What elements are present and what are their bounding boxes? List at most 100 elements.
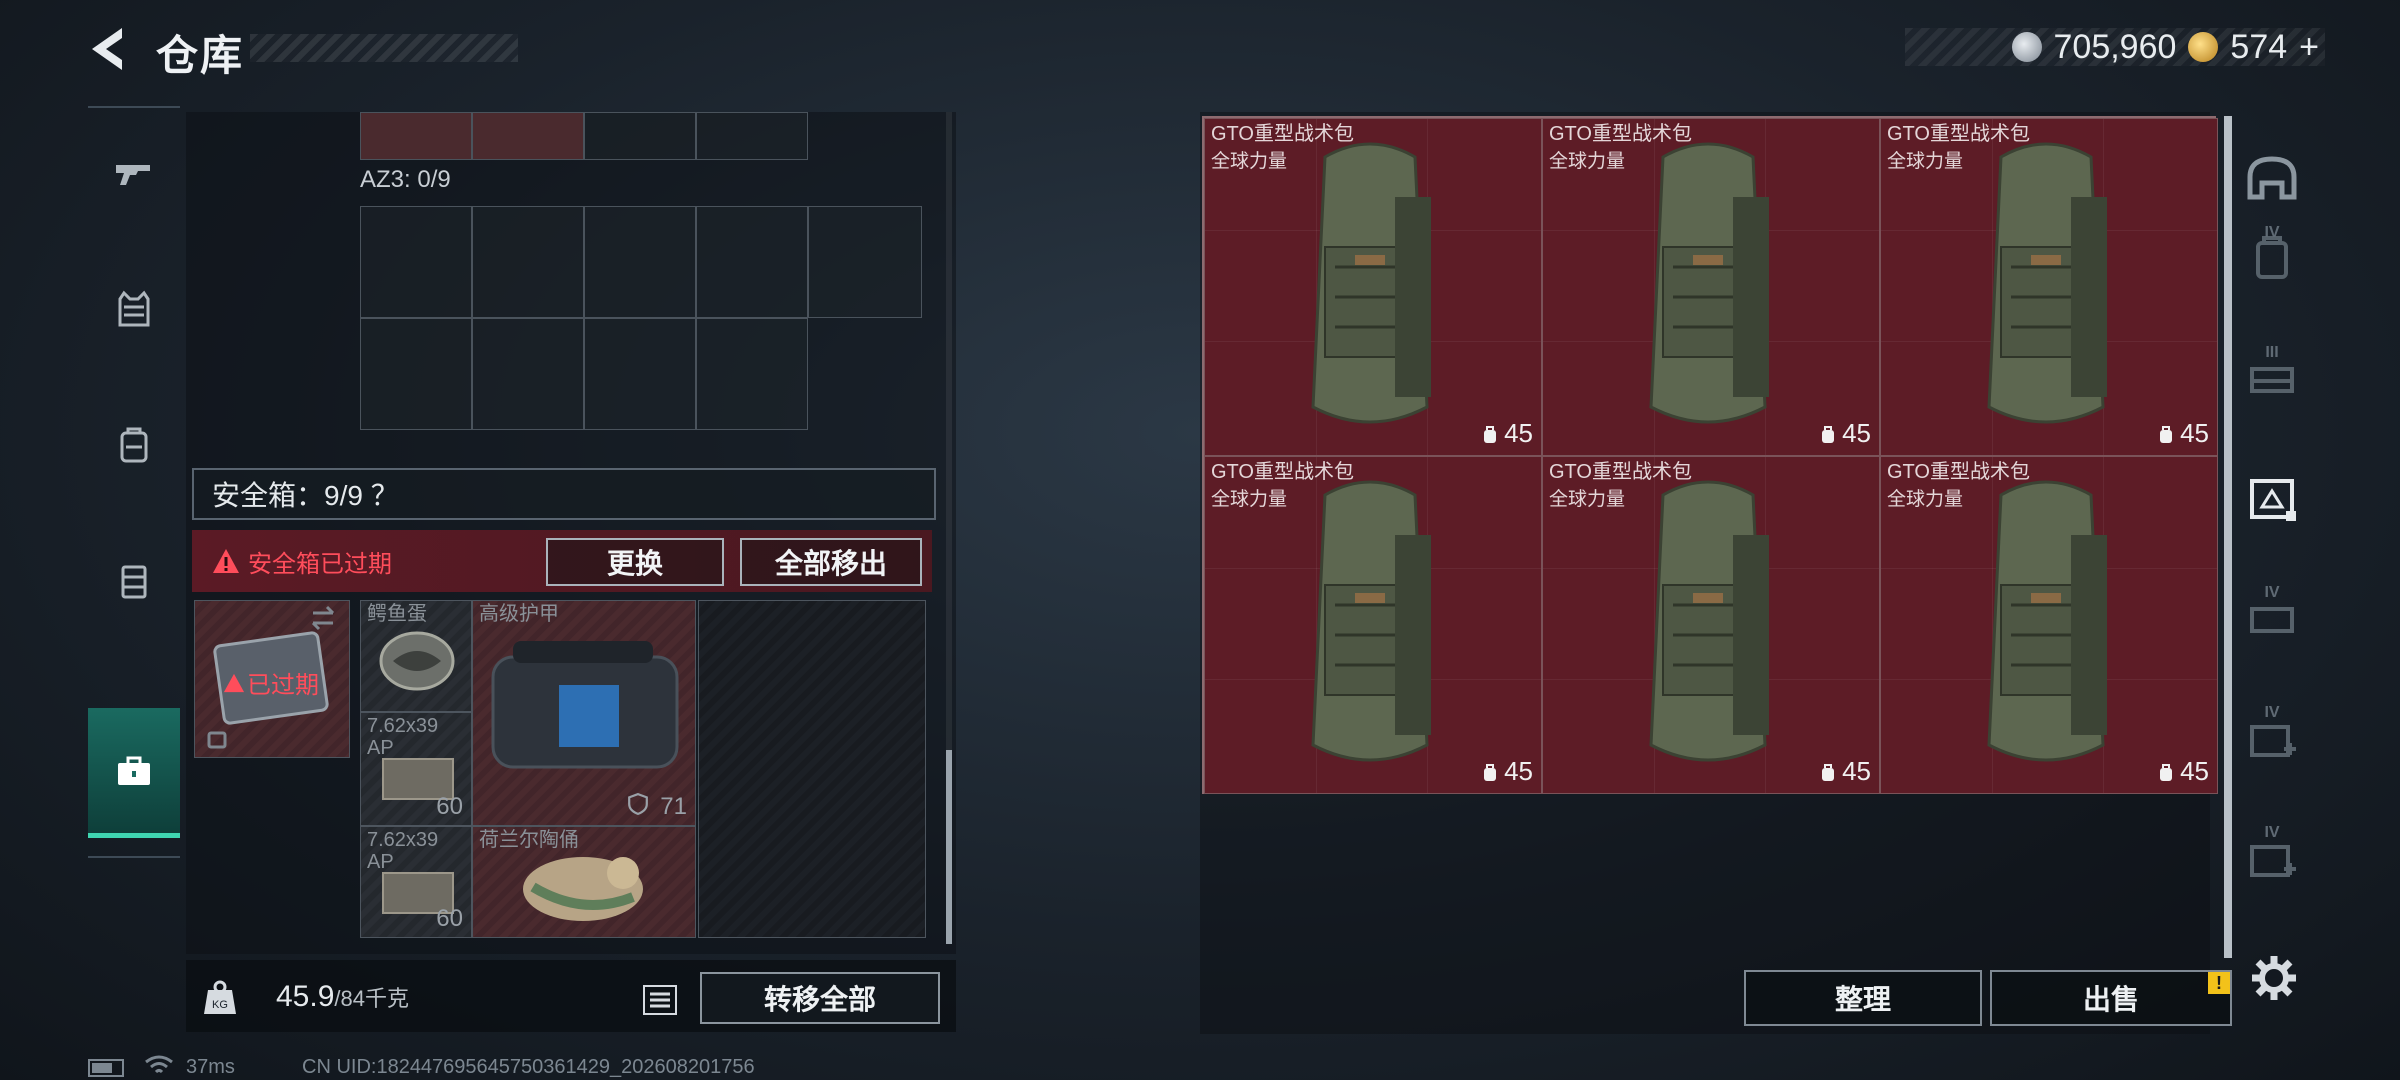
grid-cell[interactable] [360,206,472,318]
category-rig-iv[interactable]: IV [2236,574,2308,664]
empty-slot[interactable] [698,600,926,938]
backpack-origin: 全球力量 [1549,489,1626,510]
settings-button[interactable] [2248,952,2300,1004]
az3-label: AZ3: 0/9 [360,166,451,193]
backpack-capacity: 45 [2156,418,2209,449]
item-count: 60 [436,793,463,820]
backpack-item[interactable]: GTO重型战术包 全球力量 45 [1204,118,1542,456]
grid-cell[interactable] [696,112,808,160]
grid-cell[interactable] [472,112,584,160]
scrollbar-thumb[interactable] [946,750,952,944]
backpack-art-icon [1987,480,2107,762]
grid-cell[interactable] [696,318,808,430]
tier-label: III [2265,344,2279,361]
item-tile[interactable]: 7.62x39 AP 60 [360,826,472,938]
item-tile[interactable]: 高级护甲 71 [472,600,696,826]
backpack-capacity: 45 [2156,756,2209,787]
egg-icon [379,631,455,691]
grid-cell[interactable] [360,318,472,430]
shield-icon [628,793,648,815]
safebox-container[interactable]: 已过期 [194,600,350,758]
transfer-all-button[interactable]: 转移全部 [700,972,940,1024]
rig-icon [121,565,147,599]
backpack-item[interactable]: GTO重型战术包 全球力量 45 [1880,118,2218,456]
category-rig-iii[interactable]: III [2236,334,2308,424]
weight-icon: KG [204,980,236,1014]
warning-icon [213,549,239,573]
capacity-value: 45 [2180,756,2209,786]
item-tile[interactable]: 鳄鱼蛋 [360,600,472,712]
grid-cell[interactable] [472,206,584,318]
backpack-capacity: 45 [1818,418,1871,449]
ping-text: 37ms [186,1056,235,1078]
backpack-selected-icon [2250,479,2296,521]
nav-armor[interactable] [88,244,180,374]
category-medical-plus-iv[interactable]: IV [2236,814,2308,904]
toolbox-icon [118,756,150,785]
backpack-capacity-icon [1822,763,1835,781]
helmet-icon [2247,156,2297,200]
grid-cell[interactable] [584,318,696,430]
tier-label: IV [2264,704,2280,721]
warning-icon [223,673,245,692]
category-backpack-selected[interactable] [2236,454,2308,544]
left-nav [88,106,180,858]
sell-button[interactable]: 出售 [1990,970,2232,1026]
item-durability: 71 [660,793,687,820]
grid-cell[interactable] [584,206,696,318]
backpack-item[interactable]: GTO重型战术包 全球力量 45 [1542,118,1880,456]
item-count: 60 [436,905,463,932]
capacity-value: 45 [1504,418,1533,448]
add-currency-button[interactable]: + [2299,28,2319,67]
grid-cell[interactable] [472,318,584,430]
silver-coin-icon [2011,32,2042,62]
grid-cell[interactable] [584,112,696,160]
sell-warning-badge: ! [2208,972,2230,994]
grid-cell[interactable] [360,112,472,160]
backpack-art-icon [1649,480,1769,762]
nav-weapon[interactable] [88,108,180,238]
tier-label: IV [2264,584,2280,601]
gear-icon [2252,956,2296,1000]
backpack-capacity-icon [1484,425,1497,443]
back-arrow-icon [92,28,122,70]
list-view-button[interactable] [638,978,682,1022]
title-decoration [250,34,518,62]
nav-backpack[interactable] [88,380,180,510]
tier-label: IV [2264,224,2280,241]
capacity-value: 45 [1504,756,1533,786]
backpack-origin: 全球力量 [1887,489,1964,510]
backpack-art-icon [1987,142,2107,424]
nav-safebox[interactable] [88,708,180,838]
tier-label: IV [2264,824,2280,841]
weight-current: 45.9 [276,980,335,1013]
grid-cell[interactable] [696,206,808,318]
item-tile[interactable]: 荷兰尔陶俑 [472,826,696,938]
nav-rig[interactable] [88,516,180,646]
backpack-capacity: 45 [1480,418,1533,449]
item-tile[interactable]: 7.62x39 AP 60 [360,712,472,826]
battery-icon [88,1059,124,1077]
category-medical-iv[interactable]: IV [2236,694,2308,784]
backpack-capacity: 45 [1480,756,1533,787]
backpack-item[interactable]: GTO重型战术包 全球力量 45 [1542,456,1880,794]
backpack-capacity-icon [1484,763,1497,781]
right-scrollbar[interactable] [2224,116,2232,958]
replace-button[interactable]: 更换 [546,538,724,586]
uid-text: CN UID:182447695645750361429_20260820175… [302,1056,755,1078]
backpack-item[interactable]: GTO重型战术包 全球力量 45 [1880,456,2218,794]
safebox-header[interactable]: 安全箱：9/9 ？ [192,468,936,520]
capacity-value: 45 [1842,756,1871,786]
grid-cell[interactable] [808,206,922,318]
capacity-value: 45 [2180,418,2209,448]
backpack-item[interactable]: GTO重型战术包 全球力量 45 [1204,456,1542,794]
back-button[interactable] [84,22,134,76]
list-icon [643,985,677,1015]
category-helmet[interactable] [2236,134,2308,224]
backpack-capacity-icon [2160,425,2173,443]
category-backpack-iv[interactable]: IV [2236,214,2308,304]
sort-button[interactable]: 整理 [1744,970,1982,1026]
backpack-capacity: 45 [1818,756,1871,787]
move-all-out-button[interactable]: 全部移出 [740,538,922,586]
currency-bar: 705,960 574 + [1905,28,2325,66]
